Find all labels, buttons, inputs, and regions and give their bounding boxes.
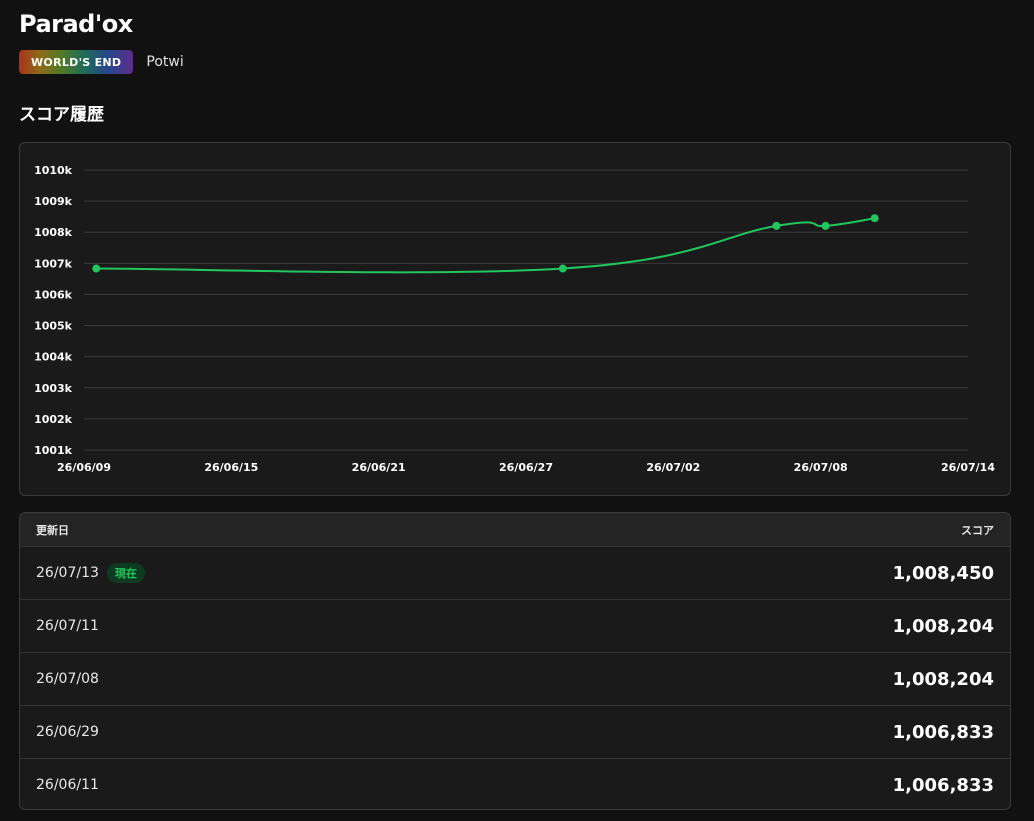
- series-line: [96, 217, 875, 274]
- score-chart-card: 1001k 1002k 1003k 1004k 1005k 1006k 1007k 1008k…: [19, 142, 1011, 496]
- y-tick-label: 1008k: [34, 226, 73, 239]
- row-left: 26/06/11: [36, 777, 99, 793]
- row-score: 1,008,204: [892, 668, 994, 690]
- song-meta: WORLD'S END Potwi: [19, 50, 184, 74]
- section-title: スコア履歴: [19, 105, 104, 125]
- current-badge: 現在: [106, 563, 145, 583]
- y-tick-label: 1007k: [34, 257, 73, 270]
- table-row: 26/07/13 現在 1,008,450: [20, 546, 1010, 599]
- x-tick-label: 26/06/21: [352, 461, 406, 474]
- row-date: 26/06/29: [36, 724, 99, 740]
- table-row: 26/07/11 1,008,204: [20, 599, 1010, 652]
- row-left: 26/06/29: [36, 724, 99, 740]
- y-tick-label: 1003k: [34, 382, 73, 395]
- score-line-chart: 1001k 1002k 1003k 1004k 1005k 1006k 1007k 1008k…: [34, 164, 995, 474]
- data-point: [821, 221, 830, 230]
- row-date: 26/07/08: [36, 671, 99, 687]
- x-tick-label: 26/07/14: [941, 461, 995, 474]
- data-point: [558, 264, 567, 273]
- y-tick-label: 1002k: [34, 413, 73, 426]
- history-header: 更新日 スコア: [20, 513, 1010, 546]
- y-tick-label: 1004k: [34, 351, 73, 364]
- data-point: [772, 221, 781, 230]
- data-point: [92, 264, 101, 273]
- y-tick-label: 1006k: [34, 288, 73, 301]
- header-score: スコア: [961, 523, 994, 537]
- x-tick-label: 26/07/08: [794, 461, 848, 474]
- difficulty-badge: WORLD'S END: [19, 50, 134, 74]
- score-history-page: Parad'ox WORLD'S END Potwi スコア履歴 1001k 10…: [0, 0, 1034, 821]
- row-date: 26/07/13: [36, 565, 99, 581]
- row-left: 26/07/13 現在: [36, 563, 145, 583]
- row-date: 26/06/11: [36, 777, 99, 793]
- history-table: 更新日 スコア 26/07/13 現在 1,008,450 26/07/11 1…: [19, 512, 1011, 810]
- row-left: 26/07/08: [36, 671, 99, 687]
- artist-name: Potwi: [146, 54, 184, 70]
- y-tick-label: 1010k: [34, 164, 73, 177]
- row-date: 26/07/11: [36, 618, 99, 634]
- song-title: Parad'ox: [19, 10, 133, 38]
- table-row: 26/06/29 1,006,833: [20, 705, 1010, 758]
- row-score: 1,006,833: [892, 721, 994, 743]
- x-tick-label: 26/06/09: [57, 461, 111, 474]
- x-tick-label: 26/06/15: [204, 461, 258, 474]
- row-score: 1,008,450: [892, 562, 994, 584]
- x-tick-label: 26/06/27: [499, 461, 553, 474]
- row-score: 1,008,204: [892, 615, 994, 637]
- table-row: 26/06/11 1,006,833: [20, 758, 1010, 809]
- row-score: 1,006,833: [892, 774, 994, 796]
- y-tick-label: 1001k: [34, 444, 73, 457]
- y-tick-label: 1009k: [34, 195, 73, 208]
- x-tick-label: 26/07/02: [646, 461, 700, 474]
- header-date: 更新日: [36, 523, 69, 537]
- row-left: 26/07/11: [36, 618, 99, 634]
- table-row: 26/07/08 1,008,204: [20, 652, 1010, 705]
- data-point: [870, 214, 879, 223]
- y-tick-label: 1005k: [34, 320, 73, 333]
